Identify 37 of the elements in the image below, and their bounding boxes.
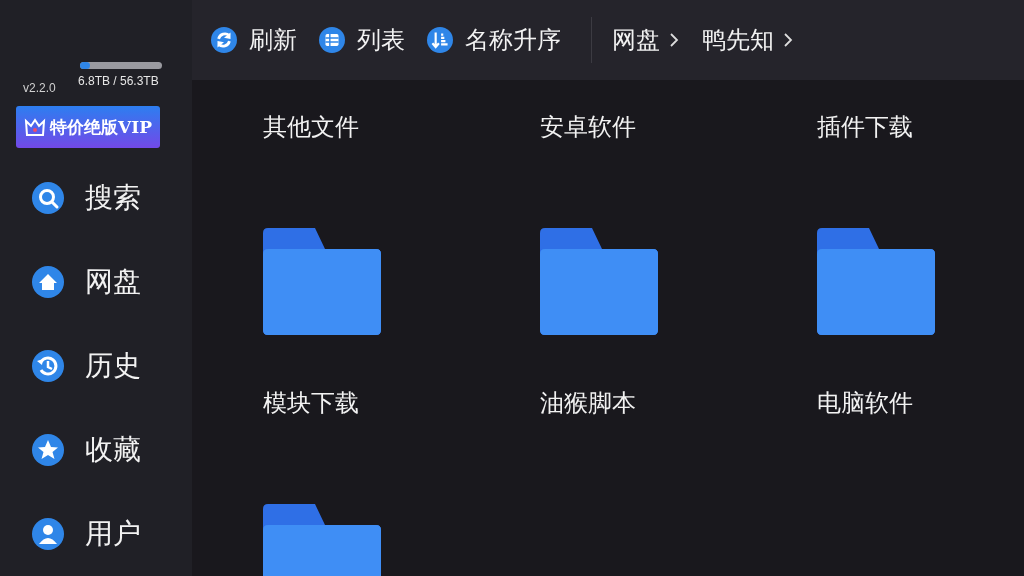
folder-name[interactable]: 安卓软件 — [540, 112, 636, 142]
search-icon — [32, 182, 64, 214]
breadcrumb-item[interactable]: 鸭先知 — [702, 24, 774, 56]
nav-label[interactable]: 收藏 — [85, 431, 141, 469]
toolbar-button[interactable]: 名称升序 — [427, 24, 561, 56]
home-icon — [32, 266, 64, 298]
folder-name[interactable]: 油猴脚本 — [540, 388, 636, 418]
nav-label[interactable]: 搜索 — [85, 179, 141, 217]
vip-button[interactable]: 特价绝版VIP — [16, 106, 160, 148]
folder-icon[interactable] — [817, 228, 935, 335]
folder-name[interactable]: 插件下载 — [817, 112, 913, 142]
nav-item[interactable]: 历史 — [0, 324, 192, 408]
toolbar-button[interactable]: 列表 — [319, 24, 405, 56]
version-text: v2.2.0 — [23, 81, 56, 95]
chevron-icon — [668, 32, 680, 48]
nav-label[interactable]: 用户 — [85, 515, 141, 553]
nav-item[interactable]: 用户 — [0, 492, 192, 576]
folder-name[interactable]: 其他文件 — [263, 112, 359, 142]
user-icon — [32, 518, 64, 550]
breadcrumb-item[interactable]: 网盘 — [612, 24, 660, 56]
chevron-icon — [782, 32, 794, 48]
storage-text: 6.8TB / 56.3TB — [78, 74, 159, 88]
sort-icon — [427, 27, 453, 53]
crown-icon — [24, 116, 47, 139]
toolbar-button[interactable]: 刷新 — [211, 24, 297, 56]
nav-item[interactable]: 搜索 — [0, 156, 192, 240]
refresh-icon — [211, 27, 237, 53]
folder-icon[interactable] — [540, 228, 658, 335]
folder-name[interactable]: 电脑软件 — [817, 388, 913, 418]
nav-label[interactable]: 历史 — [85, 347, 141, 385]
folder-name[interactable]: 模块下载 — [263, 388, 359, 418]
nav-item[interactable]: 收藏 — [0, 408, 192, 492]
list-icon — [319, 27, 345, 53]
history-icon — [32, 350, 64, 382]
folder-icon[interactable] — [263, 228, 381, 335]
nav-item[interactable]: 网盘 — [0, 240, 192, 324]
nav-label[interactable]: 网盘 — [85, 263, 141, 301]
